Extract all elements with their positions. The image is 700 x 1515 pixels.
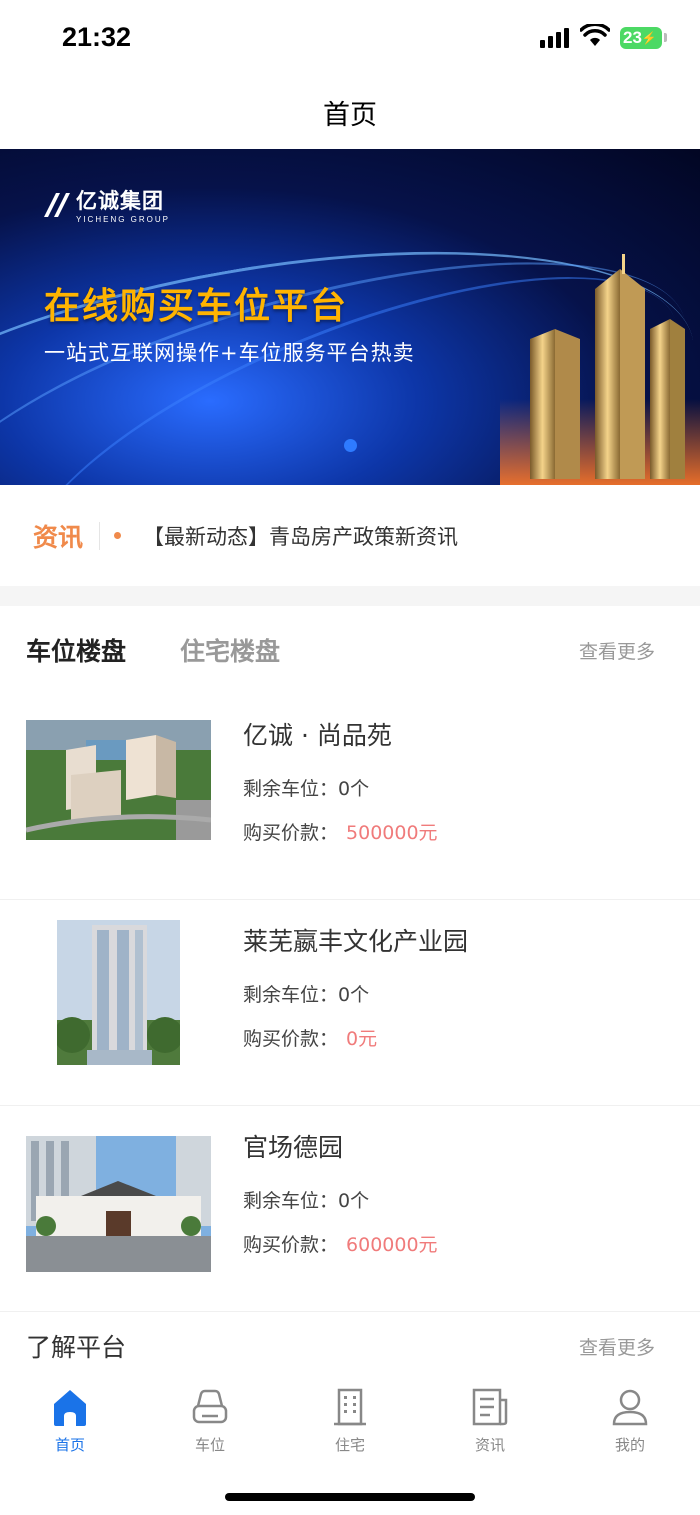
battery-cap: [664, 33, 667, 42]
status-bar: 21:32 23 ⚡: [0, 0, 700, 76]
view-more-link[interactable]: 查看更多: [579, 1333, 655, 1360]
listing-tabs: 车位楼盘 住宅楼盘 查看更多: [0, 606, 700, 694]
news-headline[interactable]: 【最新动态】青岛房产政策新资讯: [143, 521, 458, 551]
tab-residential[interactable]: 住宅: [280, 1378, 420, 1468]
profile-icon: [612, 1389, 648, 1426]
tab-profile[interactable]: 我的: [560, 1378, 700, 1468]
purchase-price: 购买价款： 600000元: [243, 1230, 438, 1257]
company-logo: 亿诚集团 YICHENG GROUP: [42, 185, 170, 224]
battery-level: 23: [623, 28, 642, 47]
remaining-value: 0个: [338, 1190, 370, 1212]
listing-item[interactable]: 莱芜嬴丰文化产业园 剩余车位：0个 购买价款： 0元: [0, 900, 700, 1106]
tab-label: 车位: [194, 1436, 225, 1454]
battery-icon: 23 ⚡: [620, 27, 662, 49]
listing-name: 亿诚 · 尚品苑: [243, 721, 392, 750]
listing-thumbnail: [26, 720, 211, 840]
listing-item[interactable]: 官场德园 剩余车位：0个 购买价款： 600000元: [0, 1106, 700, 1312]
cellular-signal-icon: [540, 28, 569, 48]
price-label: 购买价款：: [243, 1028, 339, 1050]
navigation-bar: 首页: [0, 76, 700, 149]
listing-name: 官场德园: [243, 1133, 344, 1162]
about-platform-section: 了解平台 查看更多: [0, 1310, 700, 1382]
remaining-spots: 剩余车位：0个: [243, 1186, 369, 1213]
tab-label: 资讯: [474, 1436, 505, 1454]
tab-label: 首页: [54, 1436, 85, 1454]
remaining-label: 剩余车位：: [243, 984, 339, 1006]
status-time: 21:32: [62, 22, 132, 52]
price-label: 购买价款：: [243, 822, 339, 844]
tab-label: 我的: [614, 1436, 645, 1454]
news-icon: [472, 1388, 508, 1426]
car-icon: [192, 1389, 228, 1424]
price-label: 购买价款：: [243, 1234, 339, 1256]
promo-banner[interactable]: 亿诚集团 YICHENG GROUP 在线购买车位平台 一站式互联网操作+车位服…: [0, 149, 700, 485]
skyscrapers-illustration: [500, 254, 700, 485]
logo-mark-icon: [44, 192, 70, 217]
listing-thumbnail: [26, 1136, 211, 1272]
logo-subtext: YICHENG GROUP: [76, 215, 171, 224]
banner-subtitle: 一站式互联网操作+车位服务平台热卖: [44, 341, 415, 365]
tab-label: 住宅: [334, 1436, 365, 1454]
building-icon: [334, 1388, 366, 1426]
carousel-indicator-dot[interactable]: [344, 439, 357, 452]
purchase-price: 购买价款： 500000元: [243, 818, 438, 845]
remaining-value: 0个: [338, 984, 370, 1006]
bottom-tab-bar: 首页 车位 住宅 资讯 我的: [0, 1378, 700, 1468]
remaining-spots: 剩余车位：0个: [243, 774, 369, 801]
listing-list: 亿诚 · 尚品苑 剩余车位：0个 购买价款： 500000元 莱芜嬴丰文化产业园 …: [0, 694, 700, 1312]
logo-text: 亿诚集团: [76, 189, 164, 213]
page-title: 首页: [323, 100, 377, 131]
remaining-label: 剩余车位：: [243, 1190, 339, 1212]
tab-parking[interactable]: 车位: [140, 1378, 280, 1468]
listing-item[interactable]: 亿诚 · 尚品苑 剩余车位：0个 购买价款： 500000元: [0, 694, 700, 900]
tab-parking-listings[interactable]: 车位楼盘: [26, 632, 126, 668]
view-more-link[interactable]: 查看更多: [579, 637, 655, 664]
purchase-price: 购买价款： 0元: [243, 1024, 377, 1051]
wifi-icon: [580, 24, 610, 46]
divider: [99, 521, 101, 550]
listing-thumbnail: [57, 920, 180, 1065]
banner-title: 在线购买车位平台: [44, 286, 349, 327]
remaining-label: 剩余车位：: [243, 778, 339, 800]
home-icon: [54, 1390, 86, 1426]
tab-residential-listings[interactable]: 住宅楼盘: [180, 632, 280, 668]
news-ticker[interactable]: 资讯 【最新动态】青岛房产政策新资讯: [0, 485, 700, 586]
bullet-dot: [114, 532, 122, 539]
listing-name: 莱芜嬴丰文化产业园: [243, 927, 469, 956]
news-label: 资讯: [33, 522, 84, 552]
home-indicator[interactable]: [225, 1493, 475, 1501]
section-title: 了解平台: [26, 1333, 127, 1362]
remaining-spots: 剩余车位：0个: [243, 980, 369, 1007]
remaining-value: 0个: [338, 778, 370, 800]
tab-news[interactable]: 资讯: [420, 1378, 560, 1468]
section-separator: [0, 586, 700, 606]
price-value: 0元: [346, 1028, 378, 1050]
price-value: 600000元: [346, 1234, 438, 1256]
tab-home[interactable]: 首页: [0, 1378, 140, 1468]
price-value: 500000元: [346, 822, 438, 844]
